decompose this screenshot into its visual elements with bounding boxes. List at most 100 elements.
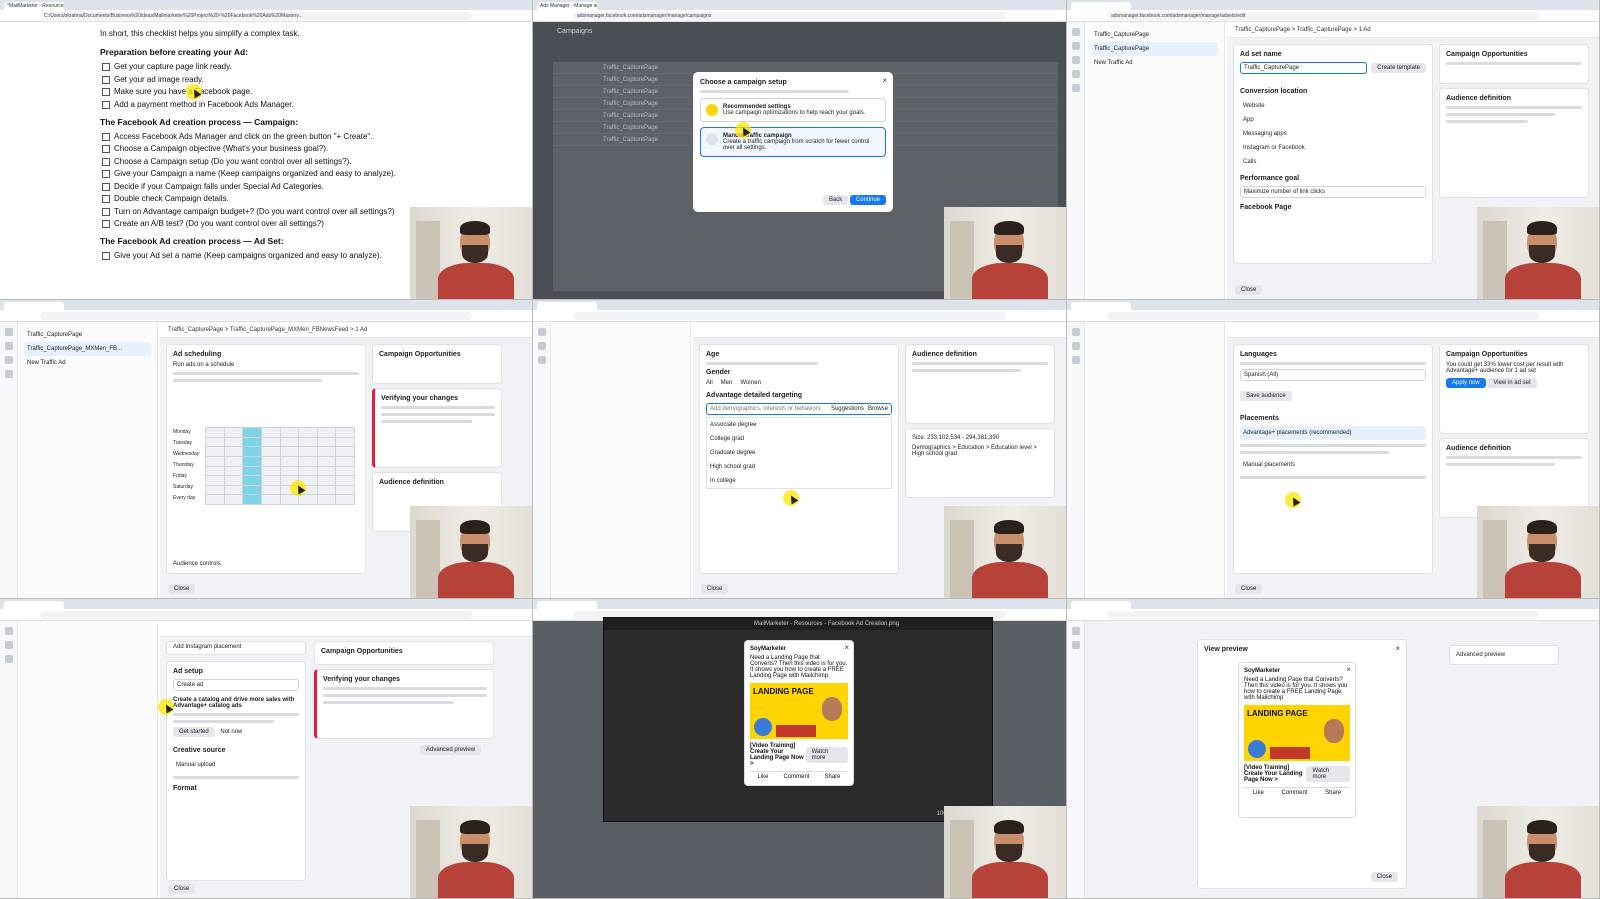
targeting-search-input[interactable]: Add demographics, interests or behaviors bbox=[710, 406, 827, 412]
tree-item[interactable] bbox=[557, 328, 684, 336]
browser-tab[interactable]: *MailMarketer - Resources - How To C... bbox=[4, 2, 64, 10]
get-started-button[interactable]: Get started bbox=[173, 727, 215, 737]
watch-more-button[interactable]: Watch more bbox=[1306, 766, 1350, 782]
close-icon[interactable]: × bbox=[844, 643, 849, 652]
radio-option[interactable]: Women bbox=[740, 380, 761, 386]
checklist-item[interactable]: Add a payment method in Facebook Ads Man… bbox=[102, 100, 520, 109]
checklist-item[interactable]: Choose a Campaign objective (What's your… bbox=[102, 144, 520, 153]
radio-option[interactable]: App bbox=[1240, 113, 1426, 127]
tree-ad[interactable]: New Traffic Ad bbox=[1091, 56, 1218, 70]
radio-option[interactable]: Messaging apps bbox=[1240, 127, 1426, 141]
suggestions-link[interactable]: Suggestions bbox=[831, 406, 864, 412]
share-button[interactable]: Share bbox=[824, 774, 840, 780]
radio-option[interactable]: Advantage+ placements (recommended) bbox=[1240, 426, 1426, 440]
like-button[interactable]: Like bbox=[1253, 790, 1264, 796]
tile-placements: Languages Spanish (All) Save audience Pl… bbox=[1067, 300, 1600, 599]
close-button[interactable]: Close bbox=[1235, 285, 1263, 295]
browse-link[interactable]: Browse bbox=[868, 406, 888, 412]
close-icon[interactable]: × bbox=[882, 76, 887, 85]
breadcrumb: Traffic_CapturePage > Traffic_CapturePag… bbox=[160, 322, 532, 338]
url-bar bbox=[533, 310, 1066, 322]
back-button[interactable]: Back bbox=[822, 195, 849, 205]
add-instagram-link[interactable]: Add Instagram placement bbox=[173, 644, 241, 650]
performance-goal-select[interactable]: Maximize number of link clicks bbox=[1240, 186, 1426, 198]
tree-campaign[interactable]: Traffic_CapturePage bbox=[1091, 28, 1218, 42]
checklist-item[interactable]: Double check Campaign details. bbox=[102, 194, 520, 203]
close-button[interactable]: Close bbox=[701, 584, 729, 594]
not-now-link[interactable]: Not now bbox=[220, 729, 242, 735]
radio-option[interactable]: Men bbox=[721, 380, 733, 386]
field-label: Facebook Page bbox=[1240, 204, 1292, 211]
radio-option[interactable]: Calls bbox=[1240, 155, 1426, 169]
close-button[interactable]: Close bbox=[1370, 872, 1398, 882]
schedule-checkbox[interactable]: Run ads on a schedule bbox=[173, 362, 359, 368]
advanced-preview-button[interactable]: Advanced preview bbox=[420, 745, 482, 755]
checklist-item[interactable]: Get your capture page link ready. bbox=[102, 62, 520, 71]
option-recommended[interactable]: Recommended settings Use campaign optimi… bbox=[700, 98, 886, 122]
ad-setup-select[interactable]: Create ad bbox=[173, 679, 299, 691]
option-manual[interactable]: Manual traffic campaign Create a traffic… bbox=[700, 127, 886, 157]
close-button[interactable]: Close bbox=[168, 584, 196, 594]
view-in-adset-button[interactable]: View in ad set bbox=[1487, 378, 1537, 388]
continue-button[interactable]: Continue bbox=[849, 195, 886, 205]
add-instagram-card[interactable]: Add Instagram placement bbox=[166, 641, 306, 655]
pencil-icon bbox=[706, 104, 718, 116]
checklist-item[interactable]: Give your Campaign a name (Keep campaign… bbox=[102, 169, 520, 178]
list-item[interactable]: Associate degree bbox=[707, 418, 891, 432]
card-title: Ad scheduling bbox=[173, 351, 222, 358]
browser-tabs: *MailMarketer - Resources - How To C... bbox=[0, 0, 532, 10]
checklist-item[interactable]: Make sure you have a Facebook page. bbox=[102, 87, 520, 96]
list-item[interactable]: Graduate degree bbox=[707, 446, 891, 460]
list-item[interactable]: In college bbox=[707, 474, 891, 488]
radio-option[interactable]: Website bbox=[1240, 99, 1426, 113]
list-item[interactable]: High school grad bbox=[707, 460, 891, 474]
radio-option[interactable]: Manual placements bbox=[1240, 458, 1426, 472]
ad-setup-card: Ad setup Create ad Create a catalog and … bbox=[166, 661, 306, 881]
schedule-grid[interactable] bbox=[205, 427, 355, 505]
checklist-item[interactable]: Decide if your Campaign falls under Spec… bbox=[102, 182, 520, 191]
tree-adset[interactable]: Traffic_CapturePage bbox=[1091, 42, 1218, 56]
radio-option[interactable]: All bbox=[706, 380, 713, 386]
opportunity-text: You could get 33% lower cost per result … bbox=[1446, 362, 1564, 374]
tree-ad[interactable]: New Traffic Ad bbox=[24, 356, 151, 370]
language-input[interactable]: Spanish (All) bbox=[1240, 369, 1426, 381]
comment-button[interactable]: Comment bbox=[1281, 790, 1307, 796]
advanced-preview-link[interactable]: Advanced preview bbox=[1456, 652, 1505, 658]
comment-button[interactable]: Comment bbox=[783, 774, 809, 780]
field-label: Gender bbox=[706, 369, 731, 376]
apply-now-button[interactable]: Apply now bbox=[1446, 378, 1486, 388]
tree-item[interactable] bbox=[24, 627, 151, 635]
browser-tab[interactable]: Ads Manager - Manage ads bbox=[537, 2, 597, 10]
close-button[interactable]: Close bbox=[168, 884, 196, 894]
card-title: Audience definition bbox=[1446, 95, 1511, 102]
checklist-item[interactable]: Get your ad image ready. bbox=[102, 75, 520, 84]
adset-name-input[interactable]: Traffic_CapturePage bbox=[1240, 62, 1368, 74]
save-audience-button[interactable]: Save audience bbox=[1240, 391, 1292, 401]
like-button[interactable]: Like bbox=[757, 774, 768, 780]
close-icon[interactable]: × bbox=[1346, 665, 1351, 674]
watch-more-button[interactable]: Watch more bbox=[805, 747, 848, 763]
list-item[interactable]: College grad bbox=[707, 432, 891, 446]
address-input[interactable]: C:/Users/skrahna/Documents/Business%20id… bbox=[40, 12, 472, 20]
radio-option[interactable]: Manual upload bbox=[173, 758, 299, 772]
close-icon[interactable]: × bbox=[1395, 644, 1400, 653]
intro-text: In short, this checklist helps you simpl… bbox=[100, 29, 300, 38]
tree-adset[interactable]: Traffic_CapturePage_MXMen_FB... bbox=[24, 342, 151, 356]
checklist-item[interactable]: Choose a Campaign setup (Do you want con… bbox=[102, 157, 520, 166]
address-input[interactable]: adsmanager.facebook.com/adsmanager/manag… bbox=[1107, 12, 1539, 20]
address-input[interactable]: adsmanager.facebook.com/adsmanager/manag… bbox=[573, 12, 1006, 20]
radio-option[interactable]: Instagram or Facebook bbox=[1240, 141, 1426, 155]
tree-item[interactable] bbox=[1091, 328, 1218, 336]
share-button[interactable]: Share bbox=[1325, 790, 1341, 796]
ad-image: LANDING PAGE bbox=[750, 683, 848, 739]
tile-view-preview: Advanced preview × View preview × SoyMar… bbox=[1067, 599, 1600, 899]
create-template-button[interactable]: Create template bbox=[1371, 63, 1426, 73]
checklist-item[interactable]: Access Facebook Ads Manager and click on… bbox=[102, 132, 520, 141]
opportunities-card: Campaign Opportunities bbox=[314, 641, 494, 665]
tree-campaign[interactable]: Traffic_CapturePage bbox=[24, 328, 151, 342]
opportunities-card: Campaign Opportunities bbox=[1439, 44, 1589, 84]
browser-tabs bbox=[0, 300, 532, 310]
section-heading: The Facebook Ad creation process — Campa… bbox=[100, 116, 299, 127]
card-title: Audience definition bbox=[1446, 445, 1511, 452]
close-button[interactable]: Close bbox=[1235, 584, 1263, 594]
